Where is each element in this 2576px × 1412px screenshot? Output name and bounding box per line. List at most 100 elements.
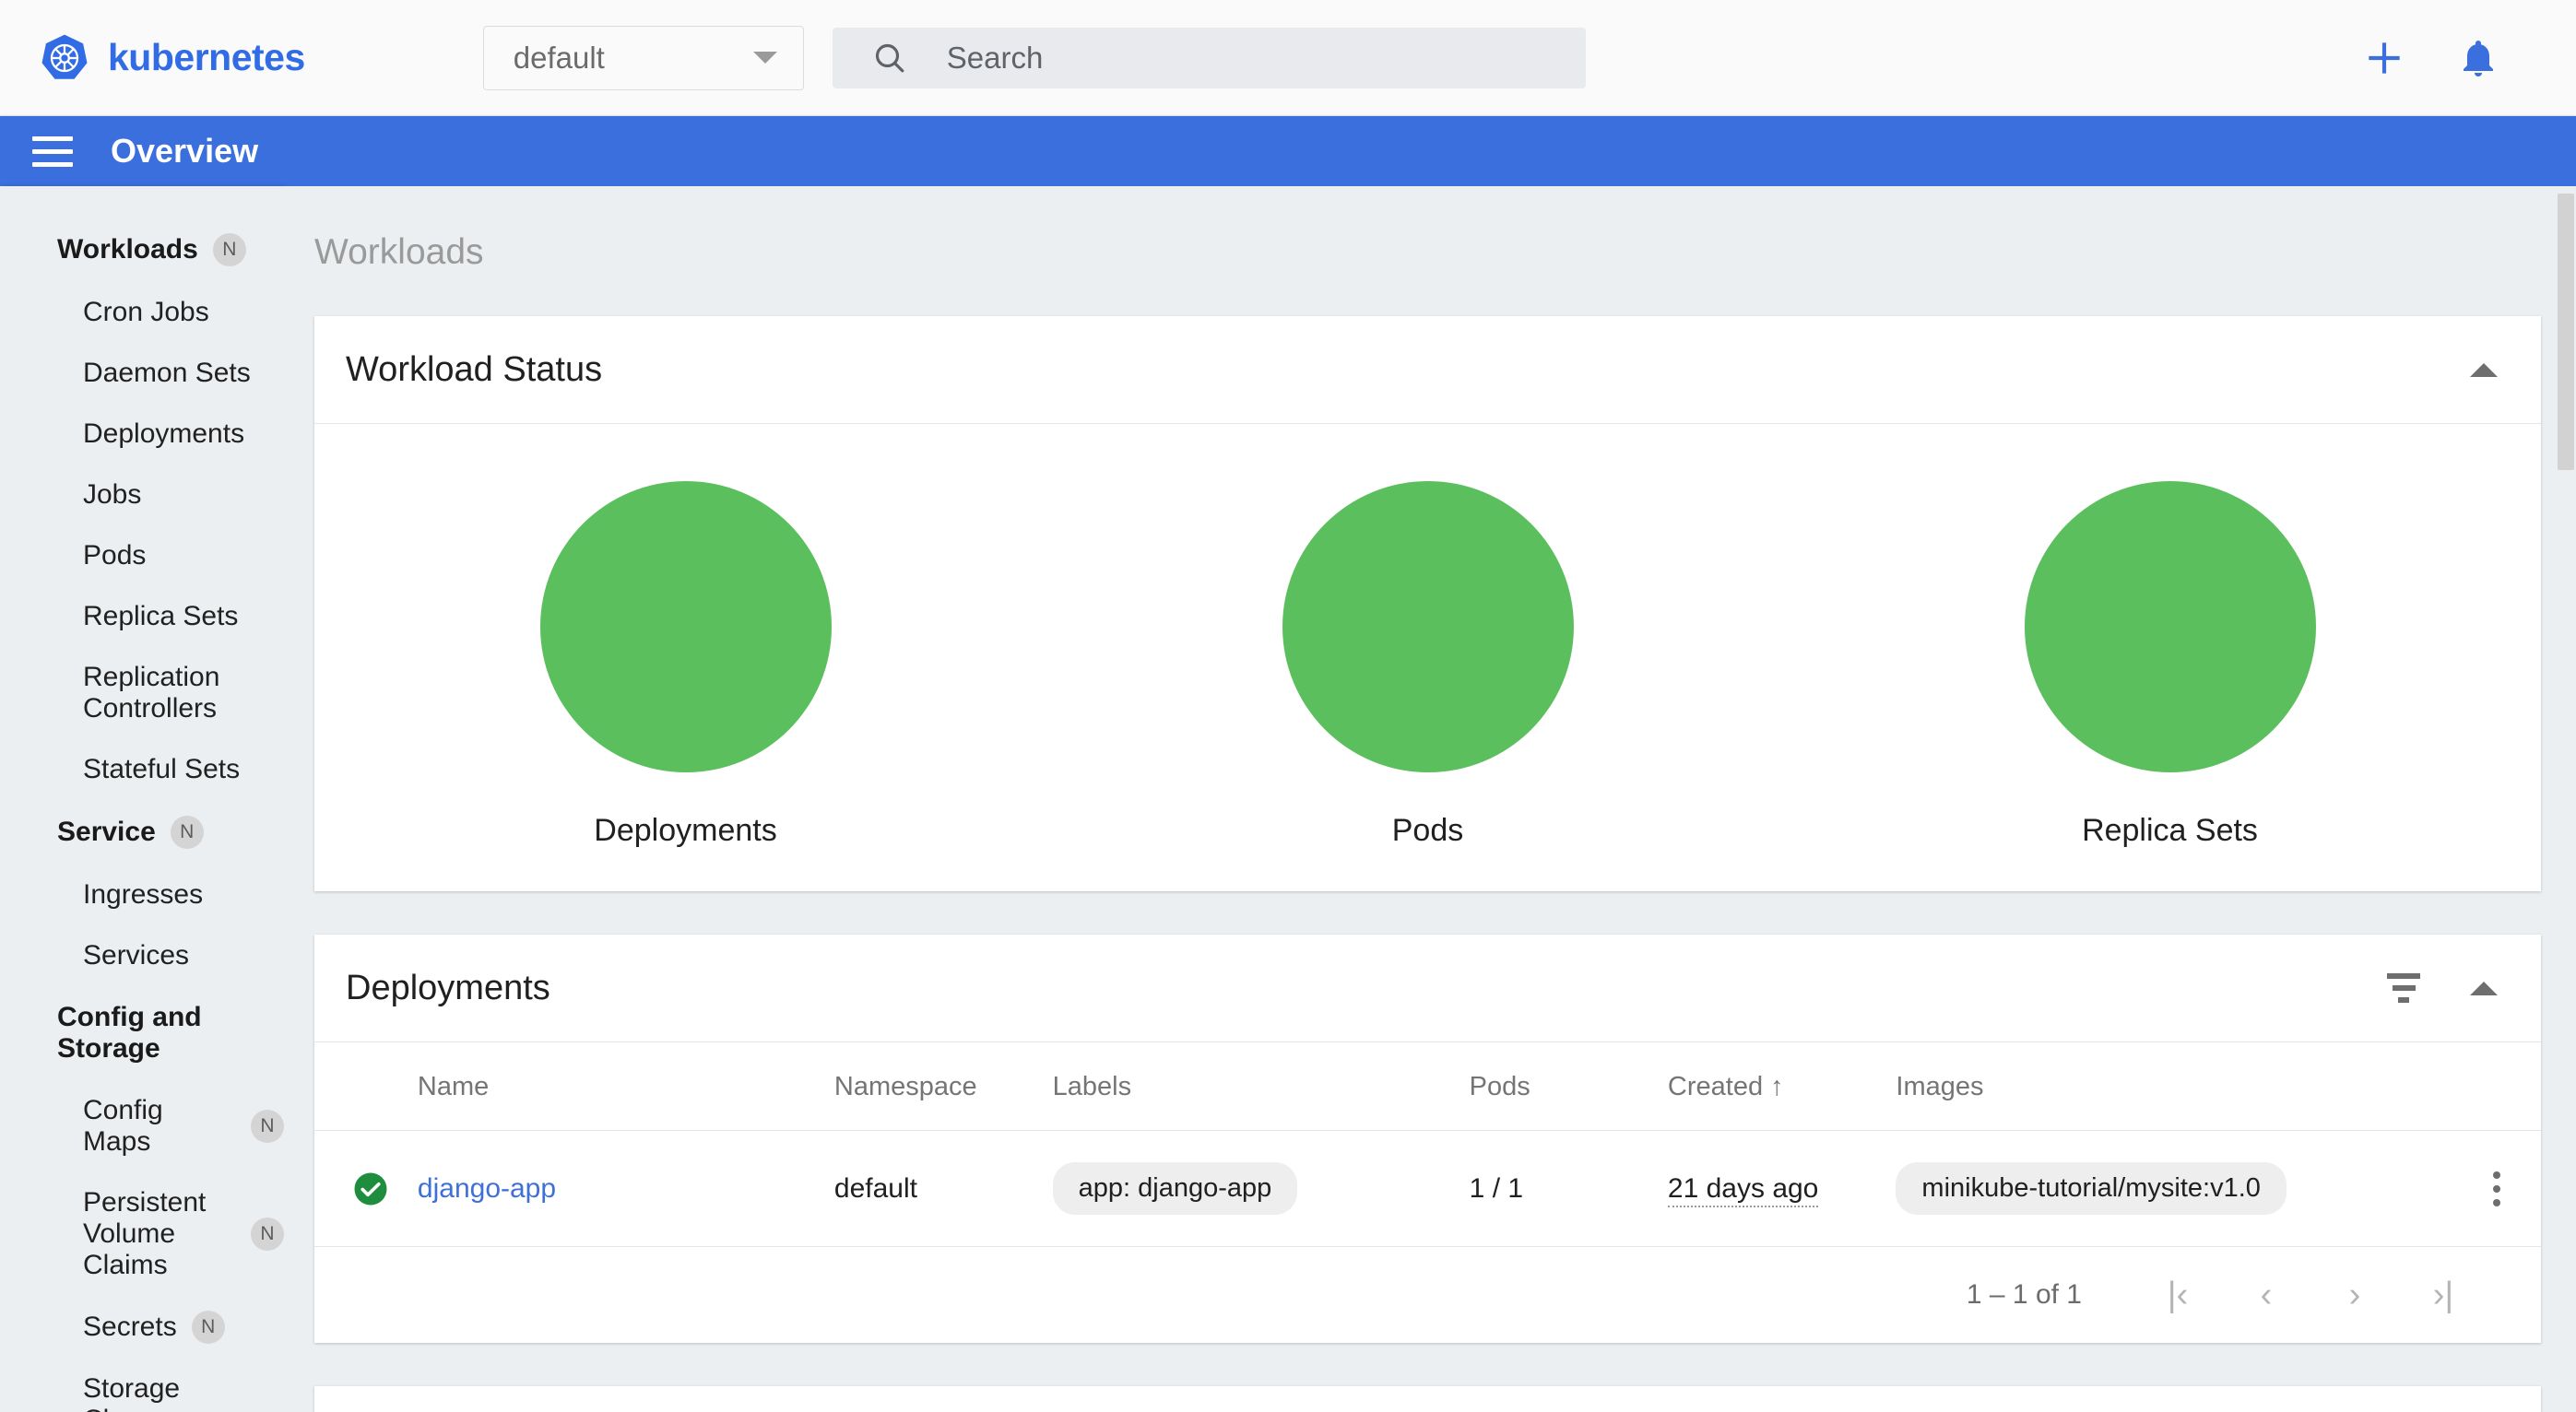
sidebar-group-service[interactable]: Service N xyxy=(0,800,284,865)
chart-label: Deployments xyxy=(594,813,777,848)
status-pie-chart xyxy=(2024,481,2316,772)
created-timestamp: 21 days ago xyxy=(1667,1172,1819,1207)
scrollbar-thumb[interactable] xyxy=(2558,194,2574,470)
create-resource-button[interactable] xyxy=(2358,32,2410,84)
table-header-row: Name Namespace Labels Pods Created ↑ Ima… xyxy=(314,1042,2541,1131)
column-images[interactable]: Images xyxy=(1896,1042,2452,1131)
chevron-up-icon[interactable] xyxy=(2470,981,2498,995)
page-title: Overview xyxy=(111,132,259,170)
kebab-menu-icon[interactable] xyxy=(2452,1171,2541,1206)
chart-label: Pods xyxy=(1391,813,1464,848)
sidebar-item-label: Replication Controllers xyxy=(83,662,220,724)
sidebar-item-cron-jobs[interactable]: Cron Jobs xyxy=(0,282,284,343)
sidebar-item-replication-controllers[interactable]: Replication Controllers xyxy=(0,647,284,739)
previous-page-button[interactable]: ‹ xyxy=(2222,1263,2310,1327)
sidebar-group-label: Service xyxy=(57,817,156,847)
column-labels[interactable]: Labels xyxy=(1052,1042,1470,1131)
sidebar-item-label: Secrets xyxy=(83,1312,177,1342)
pods-card-header: Pods xyxy=(314,1386,2541,1412)
namespaced-badge: N xyxy=(170,816,204,849)
sidebar-group-config-and-storage[interactable]: Config and Storage xyxy=(0,986,284,1080)
namespaced-badge: N xyxy=(212,233,246,266)
last-page-button[interactable]: ›| xyxy=(2399,1263,2487,1327)
header-actions xyxy=(2358,32,2504,84)
column-status xyxy=(314,1042,418,1131)
filter-icon[interactable] xyxy=(2387,973,2420,1003)
deployments-actions xyxy=(2387,973,2498,1003)
search-placeholder: Search xyxy=(946,40,1044,75)
table-row[interactable]: django-app default app: django-app 1 / 1 21 … xyxy=(314,1130,2541,1247)
sidebar-navigation: Workloads N Cron Jobs Daemon Sets Deployment… xyxy=(0,186,284,1412)
sidebar-item-label: Stateful Sets xyxy=(83,754,241,784)
column-namespace[interactable]: Namespace xyxy=(833,1042,1053,1131)
workload-status-title: Workload Status xyxy=(346,349,603,389)
column-name[interactable]: Name xyxy=(417,1042,834,1131)
sidebar-group-label: Config and Storage xyxy=(57,1002,202,1064)
chevron-up-icon[interactable] xyxy=(2470,362,2498,377)
plus-icon xyxy=(2369,41,2400,74)
namespace-selector[interactable]: default xyxy=(482,25,804,90)
sidebar-item-storage-classes[interactable]: Storage Classes xyxy=(0,1359,284,1412)
sidebar-item-label: Cron Jobs xyxy=(83,297,209,327)
next-page-button[interactable]: › xyxy=(2310,1263,2399,1327)
sidebar-item-label: Services xyxy=(83,940,190,971)
sidebar-item-pods[interactable]: Pods xyxy=(0,525,284,586)
sidebar-group-label: Workloads xyxy=(57,234,198,265)
row-labels: app: django-app xyxy=(1052,1130,1470,1247)
sidebar-item-services[interactable]: Services xyxy=(0,925,284,986)
deployments-title: Deployments xyxy=(346,968,550,1007)
main-content: Workloads Workload Status Deployments Pod… xyxy=(284,186,2576,1412)
column-actions xyxy=(2452,1042,2541,1131)
sidebar-item-jobs[interactable]: Jobs xyxy=(0,465,284,525)
sidebar-item-secrets[interactable]: Secrets N xyxy=(0,1296,284,1359)
chart-label: Replica Sets xyxy=(2082,813,2258,848)
sidebar-item-ingresses[interactable]: Ingresses xyxy=(0,865,284,925)
sidebar-item-label: Daemon Sets xyxy=(83,358,251,388)
column-created[interactable]: Created ↑ xyxy=(1667,1042,1897,1131)
pagination: 1 – 1 of 1 |‹ ‹ › ›| xyxy=(314,1247,2541,1343)
namespace-value: default xyxy=(513,40,605,75)
column-pods[interactable]: Pods xyxy=(1469,1042,1668,1131)
row-name[interactable]: django-app xyxy=(417,1130,834,1247)
page-toolbar: Overview xyxy=(0,116,2576,186)
sidebar-item-label: Persistent Volume Claims xyxy=(83,1187,207,1280)
bell-icon xyxy=(2464,40,2493,76)
sidebar-item-config-maps[interactable]: Config Maps N xyxy=(0,1080,284,1172)
status-pie-chart xyxy=(1282,481,1574,772)
deployment-link[interactable]: django-app xyxy=(418,1173,556,1204)
chevron-down-icon xyxy=(752,52,777,64)
brand-name: kubernetes xyxy=(108,36,305,78)
sidebar-group-workloads[interactable]: Workloads N xyxy=(0,218,284,282)
top-header-bar: kubernetes default Search xyxy=(0,0,2576,116)
sidebar-item-label: Replica Sets xyxy=(83,601,239,631)
workload-chart-pods: Pods xyxy=(1057,481,1799,849)
sidebar-item-label: Ingresses xyxy=(83,879,204,910)
sidebar-item-deployments[interactable]: Deployments xyxy=(0,404,284,465)
row-images: minikube-tutorial/mysite:v1.0 xyxy=(1896,1130,2452,1247)
content-heading: Workloads xyxy=(314,232,484,272)
sidebar-item-label: Deployments xyxy=(83,418,245,449)
sidebar-item-label: Pods xyxy=(83,540,147,571)
workload-chart-replica-sets: Replica Sets xyxy=(1799,481,2541,849)
status-pie-chart xyxy=(539,481,832,772)
sidebar-item-replica-sets[interactable]: Replica Sets xyxy=(0,586,284,647)
first-page-button[interactable]: |‹ xyxy=(2133,1263,2222,1327)
workload-chart-deployments: Deployments xyxy=(314,481,1057,849)
search-input[interactable]: Search xyxy=(832,27,1586,88)
pagination-range: 1 – 1 of 1 xyxy=(1966,1279,2082,1310)
sidebar-item-stateful-sets[interactable]: Stateful Sets xyxy=(0,739,284,800)
success-check-icon xyxy=(354,1172,387,1205)
namespaced-badge: N xyxy=(191,1311,225,1344)
sidebar-item-daemon-sets[interactable]: Daemon Sets xyxy=(0,343,284,404)
notifications-button[interactable] xyxy=(2452,32,2504,84)
row-actions[interactable] xyxy=(2452,1130,2541,1247)
deployments-card-header: Deployments xyxy=(314,935,2541,1042)
brand-logo-area[interactable]: kubernetes xyxy=(39,31,305,85)
sidebar-item-label: Jobs xyxy=(83,479,142,510)
row-pods: 1 / 1 xyxy=(1469,1130,1668,1247)
sidebar-item-persistent-volume-claims[interactable]: Persistent Volume Claims N xyxy=(0,1172,284,1296)
vertical-scrollbar[interactable] xyxy=(2556,186,2576,1412)
sidebar-item-label: Config Maps xyxy=(83,1095,163,1157)
hamburger-icon[interactable] xyxy=(32,135,73,167)
kubernetes-logo-icon xyxy=(41,34,88,79)
